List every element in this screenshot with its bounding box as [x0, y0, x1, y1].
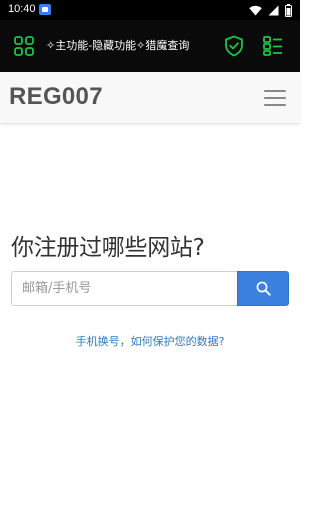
status-time: 10:40 [8, 3, 36, 15]
shield-check-icon[interactable] [222, 34, 246, 58]
toolbar-title[interactable]: ✧主功能-隐藏功能✧猎魔查询 [46, 38, 232, 54]
search-button[interactable] [237, 271, 289, 306]
grid-icon[interactable] [12, 34, 36, 58]
wifi-icon [249, 5, 262, 15]
search-input[interactable] [11, 271, 237, 306]
data-protection-link[interactable]: 手机换号，如何保护您的数据? [0, 333, 300, 349]
list-icon[interactable] [261, 34, 285, 58]
battery-icon [285, 3, 292, 17]
search-icon [256, 281, 271, 296]
status-icons [249, 3, 292, 17]
hamburger-menu-icon[interactable] [264, 90, 286, 106]
site-header: REG007 [0, 72, 300, 124]
app-notification-icon [39, 4, 51, 15]
search-form [11, 271, 289, 306]
page-headline: 你注册过哪些网站? [11, 235, 205, 261]
signal-icon [268, 5, 279, 15]
status-bar: 10:40 [0, 0, 300, 20]
brand-logo[interactable]: REG007 [9, 83, 103, 111]
app-toolbar: ✧主功能-隐藏功能✧猎魔查询 [0, 20, 300, 72]
